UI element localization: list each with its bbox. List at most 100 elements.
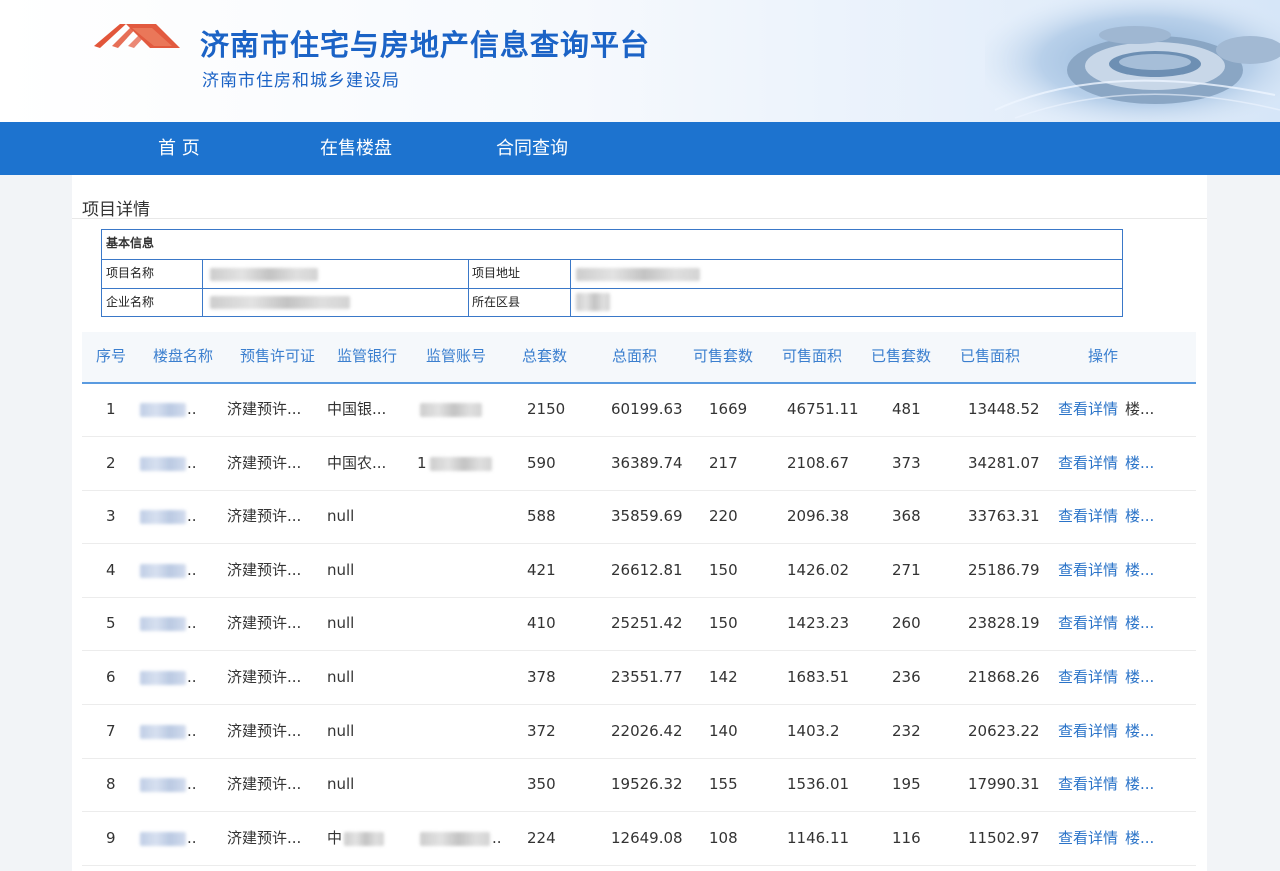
nav-home[interactable]: 首 页 — [158, 122, 200, 175]
sold-area-cell: 21868.26 — [968, 668, 1040, 686]
content-panel: 项目详情 基本信息 项目名称 项目地址 企业名称 所在区县 序号 楼盘名称 预售… — [72, 175, 1207, 871]
presale-permit-cell: 济建预许... — [227, 775, 302, 794]
available-units-cell: 217 — [709, 453, 738, 472]
row-index: 4 — [106, 560, 116, 579]
total-units-cell: 421 — [527, 560, 556, 579]
row-index: 1 — [106, 400, 116, 418]
view-details-link[interactable]: 查看详情 — [1058, 758, 1118, 811]
table-row: .. 5 济建预许... null 410 25251.42 150 1423.23 260 23… — [82, 597, 1196, 652]
available-units-cell: 150 — [709, 614, 738, 633]
table-row: .. 8 济建预许... null 350 19526.32 155 1536.01 195 17… — [82, 758, 1196, 813]
total-area-cell: 12649.08 — [611, 828, 683, 847]
sold-units-cell: 116 — [892, 828, 921, 847]
district-label: 所在区县 — [472, 295, 521, 309]
sold-units-cell: 236 — [892, 668, 921, 686]
total-units-cell: 2150 — [527, 400, 566, 418]
total-units-cell: 350 — [527, 775, 556, 794]
view-details-link[interactable]: 查看详情 — [1058, 651, 1118, 704]
supervising-account-cell: 1 — [417, 453, 427, 472]
total-area-cell: 23551.77 — [611, 668, 683, 686]
sold-area-cell: 11502.97 — [968, 828, 1040, 847]
sold-units-cell: 481 — [892, 400, 921, 418]
row-index: 6 — [106, 668, 116, 686]
cell-divider — [468, 259, 469, 316]
view-details-link[interactable]: 查看详情 — [1058, 437, 1118, 490]
col-actions: 操作 — [1088, 347, 1119, 365]
building-name-cell: .. — [187, 828, 197, 847]
available-units-cell: 220 — [709, 507, 738, 526]
building-floor-link[interactable]: 楼... — [1125, 437, 1154, 490]
supervising-bank-cell: null — [327, 668, 355, 686]
view-details-link[interactable]: 查看详情 — [1058, 812, 1118, 865]
nav-on-sale[interactable]: 在售楼盘 — [320, 122, 392, 175]
basic-info-row: 项目名称 项目地址 — [102, 259, 1122, 289]
company-name-value-redacted — [210, 296, 350, 309]
row-index: 3 — [106, 507, 116, 526]
supervising-bank-cell: null — [327, 507, 355, 526]
row-index: 2 — [106, 453, 116, 472]
available-units-cell: 140 — [709, 721, 738, 740]
total-area-cell: 26612.81 — [611, 560, 683, 579]
building-name-redacted — [140, 724, 186, 739]
total-units-cell: 378 — [527, 668, 556, 686]
building-floor-link[interactable]: 楼... — [1125, 490, 1154, 543]
total-units-cell: 372 — [527, 721, 556, 740]
building-floor-link[interactable]: 楼... — [1125, 705, 1154, 758]
supervising-bank-cell: 中 — [327, 828, 343, 847]
col-available-units: 可售套数 — [693, 347, 754, 365]
nav-contract-query[interactable]: 合同查询 — [496, 122, 568, 175]
sold-area-cell: 17990.31 — [968, 775, 1040, 794]
available-area-cell: 1426.02 — [787, 560, 850, 579]
building-name-redacted — [140, 510, 186, 525]
row-index: 5 — [106, 614, 116, 633]
total-units-cell: 410 — [527, 614, 556, 633]
building-name-cell: .. — [187, 400, 197, 418]
project-name-value-redacted — [210, 268, 318, 281]
presale-permit-cell: 济建预许... — [227, 400, 302, 418]
bank-redacted — [344, 831, 384, 846]
col-index: 序号 — [96, 347, 127, 365]
col-sold-units: 已售套数 — [871, 347, 932, 365]
building-floor-link[interactable]: 楼... — [1125, 544, 1154, 597]
supervising-bank-cell: 中国银... — [327, 400, 387, 418]
building-floor-link[interactable]: 楼... — [1125, 758, 1154, 811]
view-details-link[interactable]: 查看详情 — [1058, 597, 1118, 650]
sold-units-cell: 232 — [892, 721, 921, 740]
building-floor-link[interactable]: 楼... — [1125, 812, 1154, 865]
table-row: .. 2 济建预许... 中国农... 590 36389.74 217 2108.67 373… — [82, 437, 1196, 491]
available-units-cell: 1669 — [709, 400, 748, 418]
sold-area-cell: 20623.22 — [968, 721, 1040, 740]
available-units-cell: 155 — [709, 775, 738, 794]
total-area-cell: 60199.63 — [611, 400, 683, 418]
building-name-redacted — [140, 403, 186, 417]
basic-info-table: 基本信息 项目名称 项目地址 企业名称 所在区县 — [101, 229, 1123, 317]
building-floor-link[interactable]: 楼... — [1125, 383, 1154, 436]
building-name-redacted — [140, 778, 186, 793]
table-row: .. 6 济建预许... null 378 23551.77 142 1683.51 236 21… — [82, 651, 1196, 705]
available-units-cell: 142 — [709, 668, 738, 686]
total-units-cell: 588 — [527, 507, 556, 526]
sold-area-cell: 13448.52 — [968, 400, 1040, 418]
building-name-cell: .. — [187, 560, 197, 579]
sold-units-cell: 373 — [892, 453, 921, 472]
table-row: .. 3 济建预许... null 588 35859.69 220 2096.38 368 33… — [82, 490, 1196, 545]
building-floor-link[interactable]: 楼... — [1125, 651, 1154, 704]
view-details-link[interactable]: 查看详情 — [1058, 490, 1118, 543]
supervising-bank-cell: null — [327, 721, 355, 740]
total-units-cell: 590 — [527, 453, 556, 472]
presale-permit-cell: 济建预许... — [227, 614, 302, 633]
building-floor-link[interactable]: 楼... — [1125, 597, 1154, 650]
col-total-area: 总面积 — [612, 347, 658, 365]
view-details-link[interactable]: 查看详情 — [1058, 383, 1118, 436]
cell-divider — [202, 259, 203, 316]
stadium-banner-image — [985, 0, 1280, 122]
presale-permit-cell: 济建预许... — [227, 507, 302, 526]
row-index: 8 — [106, 775, 116, 794]
project-address-value-redacted — [576, 268, 700, 281]
view-details-link[interactable]: 查看详情 — [1058, 705, 1118, 758]
col-supervising-bank: 监管银行 — [337, 347, 398, 365]
view-details-link[interactable]: 查看详情 — [1058, 544, 1118, 597]
available-units-cell: 150 — [709, 560, 738, 579]
table-row: .. 9 济建预许... 中 224 12649.08 108 1146.11 116 11502… — [82, 812, 1196, 866]
available-area-cell: 2108.67 — [787, 453, 850, 472]
